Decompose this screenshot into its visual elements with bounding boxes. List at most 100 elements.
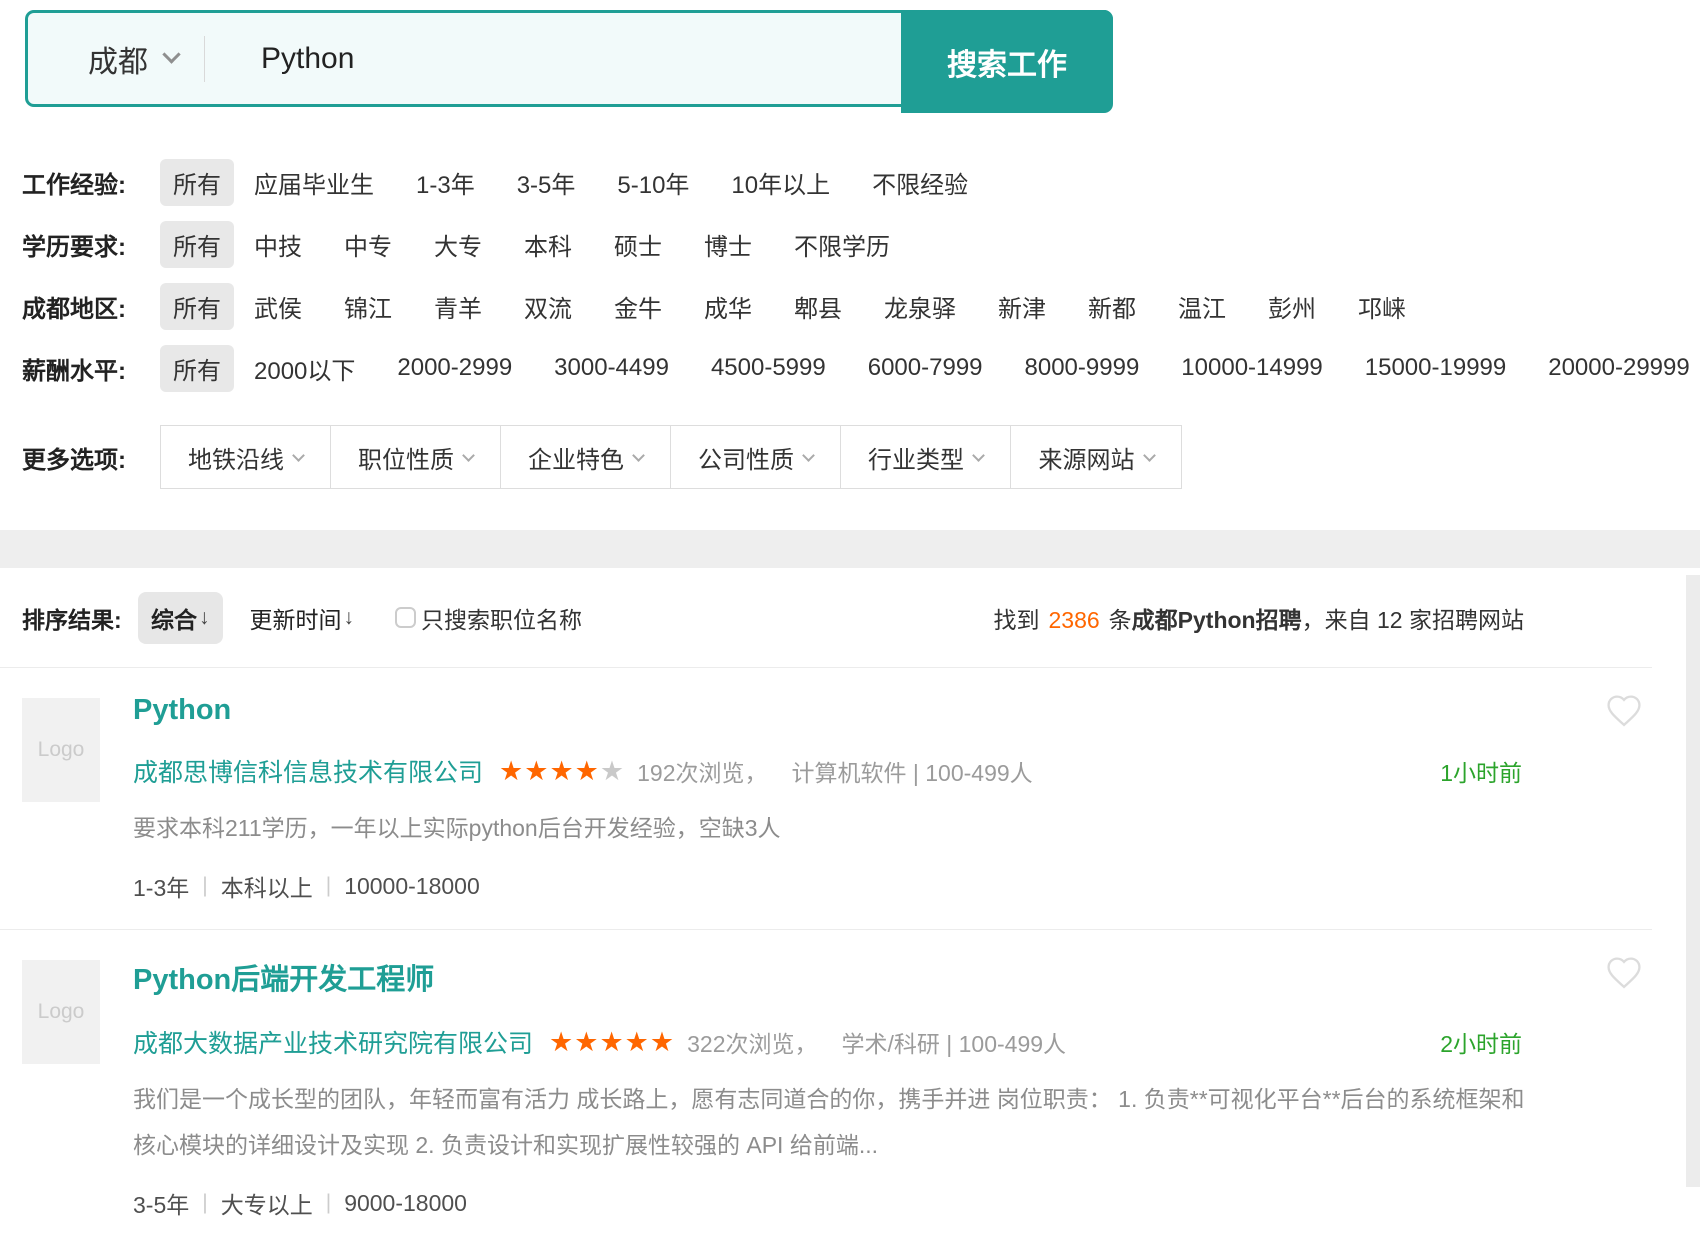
sort-option[interactable]: 更新时间↓ (237, 592, 368, 644)
filter-option[interactable]: 20000-29999 (1548, 354, 1689, 382)
search-input[interactable] (205, 41, 885, 77)
filter-label: 学历要求: (22, 227, 160, 262)
job-requirements: 3-5年 | 大专以上 | 9000-18000 (133, 1186, 1652, 1220)
filter-option[interactable]: 应届毕业生 (254, 165, 374, 200)
favorite-heart-icon[interactable] (1604, 954, 1644, 991)
filter-option[interactable]: 15000-19999 (1365, 354, 1506, 382)
sort-row: 排序结果: 综合↓更新时间↓ 只搜索职位名称 找到2386条成都Python招聘… (0, 568, 1652, 668)
more-options-dropdown[interactable]: 企业特色 (501, 426, 671, 488)
filter-option[interactable]: 所有 (160, 345, 234, 392)
star-icon: ★ (575, 756, 600, 786)
search-jobs-button[interactable]: 搜索工作 (901, 10, 1113, 113)
rating-stars: ★★★★★ (549, 1029, 675, 1056)
sort-arrow-icon: ↓ (199, 606, 210, 630)
checkbox-icon[interactable] (395, 607, 416, 628)
filter-option[interactable]: 温江 (1178, 289, 1226, 324)
filter-option[interactable]: 金牛 (614, 289, 662, 324)
filter-row: 工作经验:所有应届毕业生 1-3年 3-5年 5-10年 10年以上 不限经验 (22, 151, 1700, 213)
chevron-down-icon (292, 449, 305, 462)
dropdown-label: 地铁沿线 (188, 440, 284, 475)
rating-stars: ★★★★★ (499, 758, 625, 785)
search-box: 成都 搜索工作 (25, 10, 1113, 107)
checkbox-label: 只搜索职位名称 (421, 601, 582, 635)
filter-rows: 工作经验:所有应届毕业生1-3年3-5年5-10年10年以上不限经验学历要求:所… (22, 151, 1700, 399)
job-title-link[interactable]: Python后端开发工程师 (133, 956, 434, 998)
filter-option[interactable]: 中专 (344, 227, 392, 262)
filter-option[interactable]: 8000-9999 (1025, 354, 1140, 382)
dropdown-label: 公司性质 (698, 440, 794, 475)
company-link[interactable]: 成都大数据产业技术研究院有限公司 (133, 1024, 533, 1060)
job-card: Logo Python后端开发工程师 成都大数据产业技术研究院有限公司 ★★★★… (0, 929, 1652, 1246)
summary-unit: 条 (1109, 607, 1132, 633)
filter-option[interactable]: 6000-7999 (868, 354, 983, 382)
company-logo: Logo (22, 960, 100, 1064)
chevron-down-icon (632, 449, 645, 462)
filter-option[interactable]: 大专 (434, 227, 482, 262)
company-line: 成都思博信科信息技术有限公司 ★★★★★ 192次浏览， 计算机软件 | 100… (133, 753, 1652, 789)
filter-label: 成都地区: (22, 289, 160, 324)
filter-option[interactable]: 郫县 (794, 289, 842, 324)
job-description: 我们是一个成长型的团队，年轻而富有活力 成长路上，愿有志同道合的你，携手并进 岗… (133, 1076, 1533, 1168)
filter-option[interactable]: 2000-2999 (397, 354, 512, 382)
city-selector[interactable]: 成都 (28, 37, 204, 81)
filter-option[interactable]: 锦江 (344, 289, 392, 324)
filter-option[interactable]: 成华 (704, 289, 752, 324)
filter-option[interactable]: 彭州 (1268, 289, 1316, 324)
page: { "colors": { "accent": "#1f9e95", "oran… (0, 0, 1700, 1200)
filter-option[interactable]: 2000以下 (254, 351, 355, 386)
dropdown-label: 职位性质 (358, 440, 454, 475)
chevron-down-icon (802, 449, 815, 462)
filter-option[interactable]: 新都 (1088, 289, 1136, 324)
filter-option[interactable]: 3-5年 (517, 165, 576, 200)
filter-option[interactable]: 青羊 (434, 289, 482, 324)
filter-option[interactable]: 所有 (160, 283, 234, 330)
filter-option[interactable]: 不限学历 (794, 227, 890, 262)
filter-option[interactable]: 所有 (160, 221, 234, 268)
star-icon: ★ (574, 1027, 599, 1057)
filter-option[interactable]: 龙泉驿 (884, 289, 956, 324)
more-options-dropdown[interactable]: 地铁沿线 (161, 426, 331, 488)
filter-label: 工作经验: (22, 165, 160, 200)
more-options-dropdown[interactable]: 行业类型 (841, 426, 1011, 488)
filter-option[interactable]: 本科 (524, 227, 572, 262)
experience-requirement: 3-5年 (133, 1186, 189, 1220)
filter-option[interactable]: 4500-5999 (711, 354, 826, 382)
sort-option-label: 更新时间 (250, 601, 342, 635)
more-options-dropdown[interactable]: 来源网站 (1011, 426, 1181, 488)
filter-option[interactable]: 5-10年 (617, 165, 689, 200)
filter-option[interactable]: 邛崃 (1358, 289, 1406, 324)
salary-range: 10000-18000 (344, 873, 480, 900)
favorite-heart-icon[interactable] (1604, 692, 1644, 729)
filter-option[interactable]: 10年以上 (731, 165, 830, 200)
results-section: 排序结果: 综合↓更新时间↓ 只搜索职位名称 找到2386条成都Python招聘… (0, 568, 1652, 1246)
job-requirements: 1-3年 | 本科以上 | 10000-18000 (133, 869, 1652, 903)
filter-option[interactable]: 双流 (524, 289, 572, 324)
filter-option[interactable]: 所有 (160, 159, 234, 206)
pipe-divider: | (326, 1191, 331, 1215)
filter-option[interactable]: 中技 (254, 227, 302, 262)
company-link[interactable]: 成都思博信科信息技术有限公司 (133, 753, 483, 789)
filter-option[interactable]: 硕士 (614, 227, 662, 262)
filter-option[interactable]: 1-3年 (416, 165, 475, 200)
title-only-filter[interactable]: 只搜索职位名称 (395, 601, 582, 635)
dropdown-label: 来源网站 (1039, 440, 1135, 475)
star-icon: ★ (600, 756, 625, 786)
job-title-link[interactable]: Python (133, 694, 231, 727)
more-options-dropdown[interactable]: 职位性质 (331, 426, 501, 488)
pipe-divider: | (202, 1191, 207, 1215)
filter-option[interactable]: 博士 (704, 227, 752, 262)
education-requirement: 大专以上 (221, 1186, 313, 1220)
more-options-dropdown[interactable]: 公司性质 (671, 426, 841, 488)
scrollbar[interactable] (1686, 575, 1700, 1187)
city-selector-value: 成都 (88, 37, 148, 81)
filter-option[interactable]: 3000-4499 (554, 354, 669, 382)
filter-option[interactable]: 10000-14999 (1181, 354, 1322, 382)
filter-option[interactable]: 不限经验 (872, 165, 968, 200)
search-section: 成都 搜索工作 (0, 0, 1700, 107)
sort-option[interactable]: 综合↓ (138, 592, 223, 644)
star-icon: ★ (524, 756, 549, 786)
filter-option[interactable]: 新津 (998, 289, 1046, 324)
star-icon: ★ (599, 1027, 624, 1057)
filter-option[interactable]: 武侯 (254, 289, 302, 324)
more-options-label: 更多选项: (22, 440, 160, 475)
